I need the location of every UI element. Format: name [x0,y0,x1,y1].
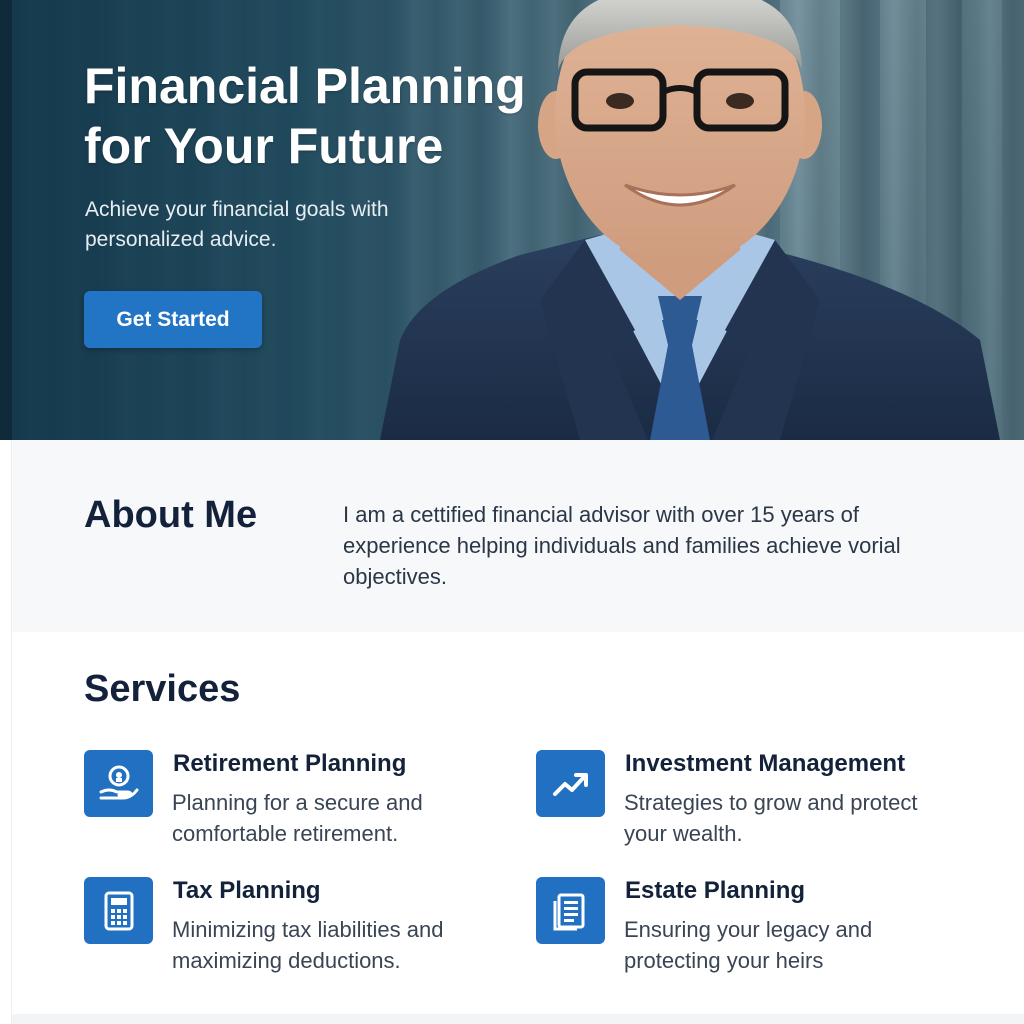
service-name: Tax Planning [173,877,321,904]
document-icon [536,877,605,944]
about-section: About Me I am a cettified financial advi… [12,440,1024,632]
about-text: I am a cettified financial advisor with … [343,502,901,589]
hero-section: Financial Planning for Your Future Achie… [0,0,1024,440]
service-name: Investment Management [625,750,906,777]
hero-title: Financial Planning for Your Future [84,58,526,174]
footer-divider [12,1014,1024,1024]
about-title: About Me [84,494,258,536]
page-edge [0,440,12,1024]
service-name: Retirement Planning [173,750,407,777]
hero-subtitle: Achieve your financial goals with person… [85,198,389,251]
hero-edge [0,0,12,440]
get-started-button[interactable]: Get Started [84,291,262,348]
calculator-icon [84,877,153,944]
service-card-estate[interactable]: Estate Planning Ensuring your legacy and… [536,877,956,987]
service-description: Minimizing tax liabilities and maximizin… [172,917,444,973]
retirement-icon [84,750,153,817]
services-title: Services [84,668,241,710]
service-card-tax[interactable]: Tax Planning Minimizing tax liabilities … [84,877,504,987]
trend-up-icon [536,750,605,817]
service-description: Planning for a secure and comfortable re… [172,790,423,846]
landing-page: Financial Planning for Your Future Achie… [0,0,1024,1024]
service-card-investment[interactable]: Investment Management Strategies to grow… [536,750,956,860]
service-name: Estate Planning [625,877,806,904]
service-card-retirement[interactable]: Retirement Planning Planning for a secur… [84,750,504,860]
service-description: Ensuring your legacy and protecting your… [624,917,873,973]
service-description: Strategies to grow and protect your weal… [624,790,918,846]
